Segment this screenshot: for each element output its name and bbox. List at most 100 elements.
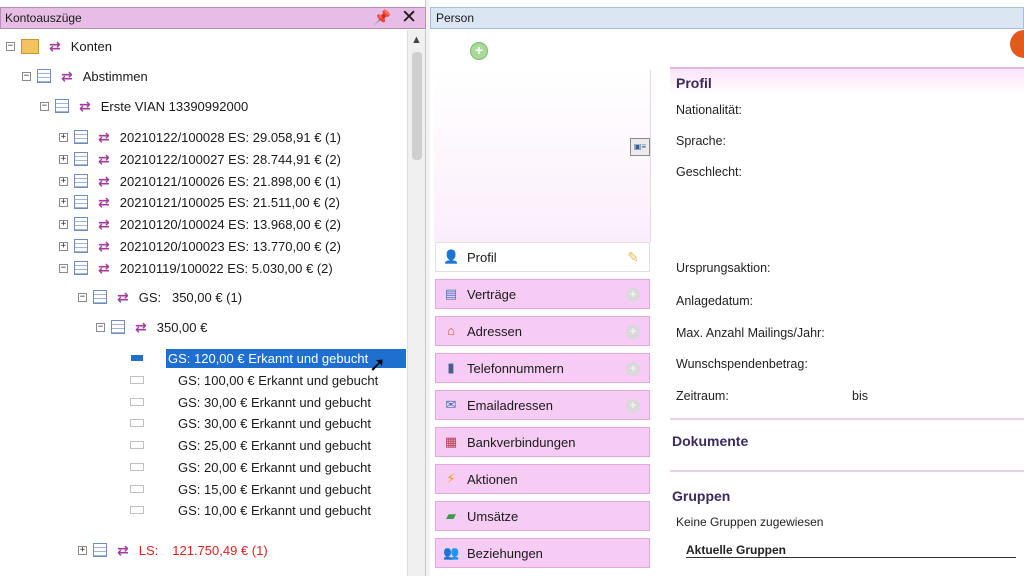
sync-icon: ⇄ bbox=[98, 215, 110, 232]
add-icon[interactable]: + bbox=[626, 362, 640, 376]
nav-bankverbindungen[interactable]: ▦ Bankverbindungen bbox=[435, 427, 650, 457]
sync-icon: ⇄ bbox=[49, 37, 61, 54]
entry-icon bbox=[130, 419, 144, 427]
person-photo-area: ▣≡ bbox=[434, 70, 651, 242]
phone-icon: ▮ bbox=[447, 360, 455, 375]
scroll-up-icon[interactable]: ▲ bbox=[411, 34, 422, 46]
tree-node-statement[interactable]: + ⇄ 20210122/100028 ES: 29.058,91 € (1) bbox=[59, 127, 341, 147]
divider bbox=[670, 470, 1024, 472]
pin-icon[interactable]: 📌 bbox=[374, 9, 391, 26]
add-icon[interactable]: + bbox=[626, 399, 640, 413]
collapse-icon[interactable]: − bbox=[22, 71, 31, 81]
expand-icon[interactable]: + bbox=[59, 219, 68, 229]
house-icon: ⌂ bbox=[447, 323, 455, 338]
collapse-icon[interactable]: − bbox=[78, 292, 87, 302]
document-icon: ▤ bbox=[444, 286, 458, 301]
nav-aktionen[interactable]: ⚡ Aktionen bbox=[435, 464, 650, 494]
gruppen-section-title: Gruppen bbox=[672, 488, 731, 504]
add-icon[interactable]: + bbox=[626, 325, 640, 339]
sync-icon: ⇄ bbox=[98, 128, 110, 145]
expand-icon[interactable]: + bbox=[59, 132, 68, 142]
add-icon[interactable]: + bbox=[626, 288, 640, 302]
nav-telefonnummern[interactable]: ▮ Telefonnummern + bbox=[435, 353, 650, 383]
table-icon bbox=[37, 69, 51, 83]
tree-node-konten[interactable]: − ⇄ Konten bbox=[6, 36, 112, 56]
tree-node-gs-group[interactable]: − ⇄ GS: 350,00 € (1) bbox=[78, 287, 242, 307]
tree-leaf-entry[interactable]: GS: 30,00 € Erkannt und gebucht bbox=[130, 413, 371, 433]
expand-icon[interactable]: + bbox=[78, 545, 87, 555]
status-dot-icon[interactable] bbox=[1010, 30, 1024, 58]
tree-node-statement[interactable]: + ⇄ 20210121/100025 ES: 21.511,00 € (2) bbox=[59, 192, 340, 212]
tree-leaf-entry[interactable]: GS: 15,00 € Erkannt und gebucht bbox=[130, 479, 371, 499]
tree-leaf-entry-selected[interactable]: GS: 120,00 € Erkannt und gebucht bbox=[130, 348, 406, 368]
collapse-icon[interactable]: − bbox=[6, 41, 15, 51]
scroll-thumb[interactable] bbox=[412, 52, 422, 160]
aktuelle-gruppen-title: Aktuelle Gruppen bbox=[686, 543, 1016, 558]
sync-icon: ⇄ bbox=[135, 318, 147, 335]
tree-node-statement[interactable]: + ⇄ 20210120/100024 ES: 13.968,00 € (2) bbox=[59, 214, 341, 234]
label-geschlecht: Geschlecht: bbox=[676, 165, 743, 179]
tree-leaf-entry[interactable]: GS: 30,00 € Erkannt und gebucht bbox=[130, 392, 371, 412]
sync-icon: ⇄ bbox=[79, 97, 91, 114]
pencil-icon[interactable]: ✎ bbox=[627, 249, 639, 266]
tree-node-statement[interactable]: + ⇄ 20210121/100026 ES: 21.898,00 € (1) bbox=[59, 171, 341, 191]
nav-vertraege[interactable]: ▤ Verträge + bbox=[435, 279, 650, 309]
expand-icon[interactable]: + bbox=[59, 241, 68, 251]
table-icon bbox=[74, 130, 88, 144]
mail-icon: ✉ bbox=[445, 397, 457, 412]
kontoauszuege-panel: Kontoauszüge 📌 ✕ − ⇄ Konten − ⇄ Abstimme… bbox=[0, 0, 426, 576]
folder-icon bbox=[21, 38, 39, 54]
divider bbox=[670, 418, 1024, 420]
entry-icon bbox=[130, 441, 144, 449]
nav-adressen[interactable]: ⌂ Adressen + bbox=[435, 316, 650, 346]
tree-leaf-entry[interactable]: GS: 100,00 € Erkannt und gebucht bbox=[130, 370, 378, 390]
table-icon bbox=[74, 239, 88, 253]
entry-icon bbox=[130, 485, 144, 493]
table-icon bbox=[93, 290, 107, 304]
nav-umsaetze[interactable]: ▰ Umsätze bbox=[435, 501, 650, 531]
tree-scrollbar[interactable]: ▲ bbox=[407, 30, 425, 576]
expand-icon[interactable]: + bbox=[59, 176, 68, 186]
tree-node-gs-sub[interactable]: − ⇄ 350,00 € bbox=[96, 317, 207, 337]
app-window: Kontoauszüge 📌 ✕ − ⇄ Konten − ⇄ Abstimme… bbox=[0, 0, 1024, 576]
tree-node-ls[interactable]: + ⇄ LS: 121.750,49 € (1) bbox=[78, 540, 268, 560]
tree-leaf-entry[interactable]: GS: 20,00 € Erkannt und gebucht bbox=[130, 457, 371, 477]
label-ursprungsaktion: Ursprungsaktion: bbox=[676, 261, 771, 275]
entry-icon bbox=[130, 506, 144, 514]
table-icon bbox=[74, 261, 88, 275]
gruppen-none-text: Keine Gruppen zugewiesen bbox=[676, 515, 824, 529]
add-icon[interactable]: + bbox=[470, 42, 488, 60]
entry-icon bbox=[130, 398, 144, 406]
sync-icon: ⇄ bbox=[98, 172, 110, 189]
panel-title: Kontoauszüge bbox=[5, 11, 82, 25]
collapse-icon[interactable]: − bbox=[96, 322, 105, 332]
contact-card-icon[interactable]: ▣≡ bbox=[630, 138, 650, 156]
label-max-mailings: Max. Anzahl Mailings/Jahr: bbox=[676, 326, 825, 340]
expand-icon[interactable]: + bbox=[59, 154, 68, 164]
nav-profil[interactable]: 👤 Profil ✎ bbox=[435, 242, 650, 272]
tree-leaf-entry[interactable]: GS: 25,00 € Erkannt und gebucht bbox=[130, 435, 371, 455]
dokumente-section-title: Dokumente bbox=[672, 433, 749, 449]
kontoauszuege-header: Kontoauszüge 📌 ✕ bbox=[0, 7, 426, 29]
person-icon: 👤 bbox=[443, 249, 460, 264]
table-icon bbox=[55, 99, 69, 113]
tree-node-account[interactable]: − ⇄ Erste VIAN 13390992000 bbox=[40, 96, 248, 116]
tree-node-statement[interactable]: + ⇄ 20210120/100023 ES: 13.770,00 € (2) bbox=[59, 236, 341, 256]
tree-node-statement[interactable]: − ⇄ 20210119/100022 ES: 5.030,00 € (2) bbox=[59, 258, 333, 278]
profil-section-header: Profil bbox=[670, 67, 1024, 95]
tree-node-statement[interactable]: + ⇄ 20210122/100027 ES: 28.744,91 € (2) bbox=[59, 149, 341, 169]
nav-beziehungen[interactable]: 👥 Beziehungen bbox=[435, 538, 650, 568]
money-icon: ▰ bbox=[446, 508, 456, 523]
bank-icon: ▦ bbox=[444, 434, 458, 449]
nav-emailadressen[interactable]: ✉ Emailadressen + bbox=[435, 390, 650, 420]
collapse-icon[interactable]: − bbox=[59, 263, 68, 273]
collapse-icon[interactable]: − bbox=[40, 101, 49, 111]
people-icon: 👥 bbox=[443, 545, 460, 560]
close-icon[interactable]: ✕ bbox=[401, 6, 417, 29]
table-icon bbox=[74, 152, 88, 166]
expand-icon[interactable]: + bbox=[59, 197, 68, 207]
tree-node-abstimmen[interactable]: − ⇄ Abstimmen bbox=[22, 66, 148, 86]
tree-leaf-entry[interactable]: GS: 10,00 € Erkannt und gebucht bbox=[130, 500, 371, 520]
label-wunschspende: Wunschspendenbetrag: bbox=[676, 357, 808, 371]
label-sprache: Sprache: bbox=[676, 134, 727, 148]
